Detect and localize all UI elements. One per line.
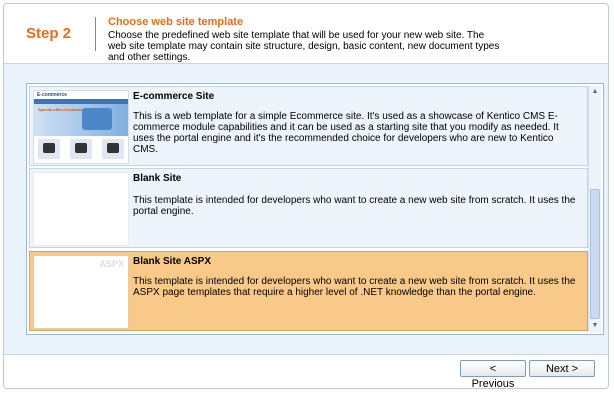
- next-button[interactable]: Next >: [529, 360, 595, 377]
- template-description: This template is intended for developers…: [133, 276, 576, 298]
- template-thumbnail-aspx: ASPX: [33, 255, 129, 329]
- wizard-panel: Step 2 Choose web site template Choose t…: [3, 3, 609, 390]
- template-description: This template is intended for developers…: [133, 195, 576, 217]
- header-divider: [95, 17, 96, 51]
- template-item-ecommerce[interactable]: E-commerce Special offer of notebooks E-…: [29, 86, 588, 166]
- scroll-up-icon[interactable]: ▲: [589, 86, 601, 98]
- template-name: Blank Site: [133, 173, 182, 184]
- template-item-blank-aspx[interactable]: ASPX Blank Site ASPX This template is in…: [29, 251, 588, 331]
- template-name: Blank Site ASPX: [133, 256, 211, 267]
- list-scrollbar[interactable]: ▲ ▼: [588, 86, 601, 332]
- previous-button[interactable]: < Previous: [460, 360, 526, 390]
- thumbnail-logo: E-commerce: [37, 92, 68, 98]
- template-thumbnail-blank: [33, 172, 129, 246]
- thumbnail-banner-text: Special offer of notebooks: [38, 107, 89, 112]
- step-label: Step 2: [26, 25, 72, 42]
- thumbnail-aspx-label: ASPX: [99, 259, 124, 269]
- template-thumbnail-ecommerce: E-commerce Special offer of notebooks: [33, 90, 129, 164]
- template-item-blank[interactable]: Blank Site This template is intended for…: [29, 168, 588, 248]
- template-list[interactable]: E-commerce Special offer of notebooks E-…: [26, 83, 604, 335]
- wizard-header: Step 2 Choose web site template Choose t…: [4, 4, 608, 63]
- step-title: Choose web site template: [108, 16, 244, 28]
- template-name: E-commerce Site: [133, 91, 215, 102]
- scroll-down-icon[interactable]: ▼: [589, 320, 601, 332]
- step-description: Choose the predefined web site template …: [108, 30, 500, 63]
- footer-rule: [4, 354, 608, 355]
- scroll-thumb[interactable]: [590, 189, 600, 319]
- template-description: This is a web template for a simple Ecom…: [133, 111, 559, 155]
